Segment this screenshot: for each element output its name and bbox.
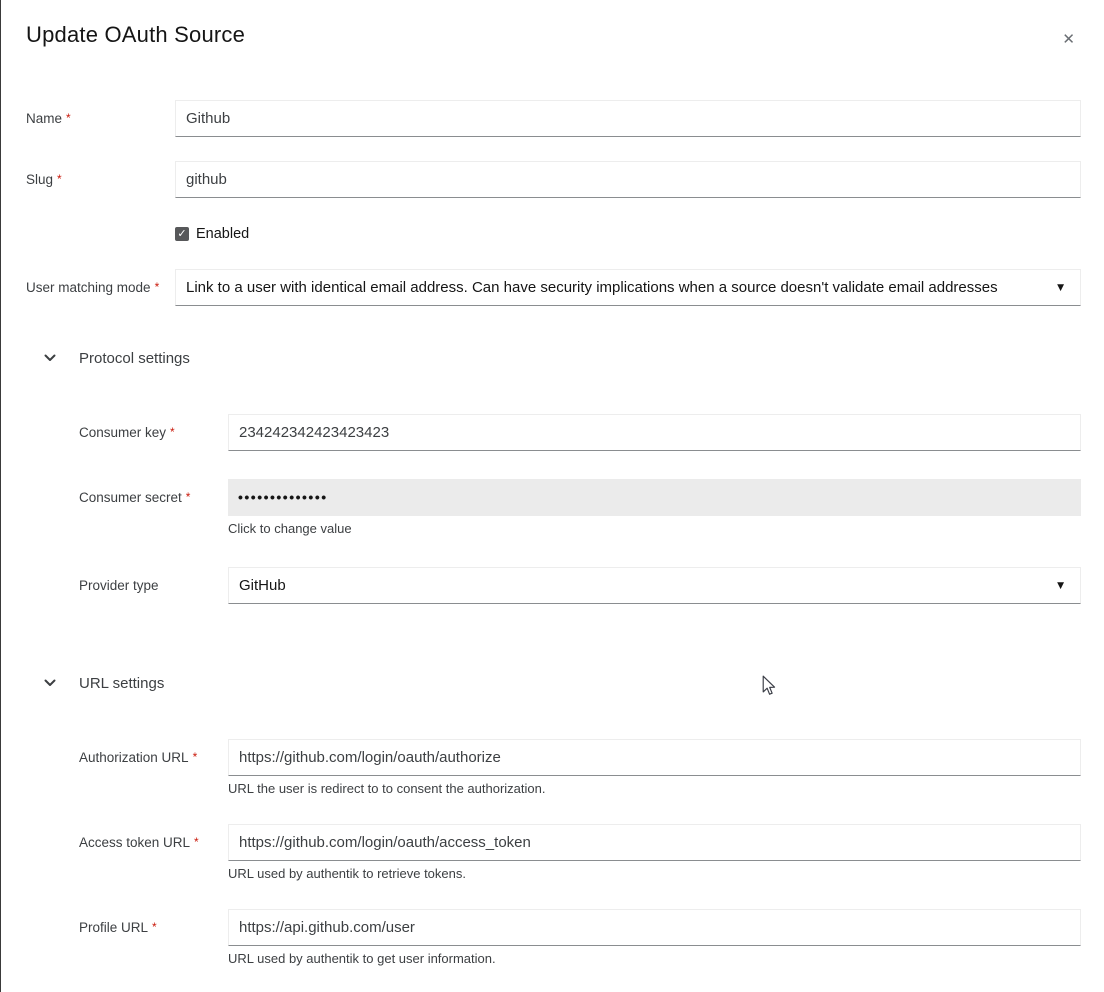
enabled-checkbox[interactable]: ✓ Enabled	[175, 226, 249, 242]
user-matching-mode-value: Link to a user with identical email addr…	[186, 279, 998, 296]
consumer-secret-label: Consumer secret*	[79, 479, 228, 517]
url-settings-title: URL settings	[79, 675, 164, 692]
checkbox-check-icon[interactable]: ✓	[175, 227, 189, 241]
name-input[interactable]	[175, 100, 1081, 137]
profile-url-helper: URL used by authentik to get user inform…	[228, 950, 1081, 967]
access-token-url-helper: URL used by authentik to retrieve tokens…	[228, 865, 1081, 882]
protocol-settings-toggle[interactable]: Protocol settings	[44, 347, 1081, 369]
required-asterisk: *	[152, 920, 157, 934]
provider-type-label: Provider type	[79, 567, 228, 604]
enabled-field-row: ✓ Enabled	[26, 226, 1081, 242]
protocol-settings-title: Protocol settings	[79, 350, 190, 367]
caret-down-icon: ▼	[1057, 568, 1064, 604]
consumer-secret-masked-value[interactable]: ••••••••••••••	[228, 479, 1081, 516]
consumer-secret-helper: Click to change value	[228, 520, 1081, 537]
required-asterisk: *	[66, 111, 71, 125]
required-asterisk: *	[194, 835, 199, 849]
consumer-key-row: Consumer key*	[79, 414, 1081, 452]
user-matching-mode-row: User matching mode* Link to a user with …	[26, 269, 1081, 307]
authorization-url-input[interactable]	[228, 739, 1081, 776]
profile-url-input[interactable]	[228, 909, 1081, 946]
user-matching-mode-label: User matching mode*	[26, 269, 175, 307]
protocol-settings-body: Consumer key* Consumer secret* •••••••••…	[26, 414, 1081, 604]
name-field-row: Name*	[26, 100, 1081, 138]
page-title: Update OAuth Source	[26, 22, 245, 48]
provider-type-value: GitHub	[239, 577, 286, 594]
access-token-url-row: Access token URL* URL used by authentik …	[79, 824, 1081, 882]
consumer-key-label: Consumer key*	[79, 414, 228, 452]
profile-url-row: Profile URL* URL used by authentik to ge…	[79, 909, 1081, 967]
enabled-checkbox-label: Enabled	[196, 226, 249, 242]
provider-type-select[interactable]: GitHub ▼	[228, 567, 1081, 604]
chevron-down-icon	[44, 354, 56, 362]
modal-header: Update OAuth Source ✕	[26, 22, 1081, 54]
required-asterisk: *	[193, 750, 198, 764]
profile-url-label: Profile URL*	[79, 909, 228, 947]
update-oauth-source-modal: Update OAuth Source ✕ Name* Slug* ✓ Enab…	[0, 0, 1104, 967]
url-settings-toggle[interactable]: URL settings	[44, 672, 1081, 694]
slug-label: Slug*	[26, 161, 175, 199]
authorization-url-helper: URL the user is redirect to to consent t…	[228, 780, 1081, 797]
provider-type-row: Provider type GitHub ▼	[79, 567, 1081, 604]
window-left-edge	[0, 0, 1, 992]
required-asterisk: *	[170, 425, 175, 439]
name-label: Name*	[26, 100, 175, 138]
slug-field-row: Slug*	[26, 161, 1081, 199]
required-asterisk: *	[155, 280, 160, 294]
caret-down-icon: ▼	[1057, 270, 1064, 306]
access-token-url-label: Access token URL*	[79, 824, 228, 862]
authorization-url-label: Authorization URL*	[79, 739, 228, 777]
chevron-down-icon	[44, 679, 56, 687]
consumer-secret-row: Consumer secret* •••••••••••••• Click to…	[79, 479, 1081, 537]
required-asterisk: *	[57, 172, 62, 186]
user-matching-mode-select[interactable]: Link to a user with identical email addr…	[175, 269, 1081, 306]
slug-input[interactable]	[175, 161, 1081, 198]
close-icon[interactable]: ✕	[1056, 26, 1081, 53]
required-asterisk: *	[186, 490, 191, 504]
authorization-url-row: Authorization URL* URL the user is redir…	[79, 739, 1081, 797]
access-token-url-input[interactable]	[228, 824, 1081, 861]
consumer-key-input[interactable]	[228, 414, 1081, 451]
url-settings-body: Authorization URL* URL the user is redir…	[26, 739, 1081, 967]
